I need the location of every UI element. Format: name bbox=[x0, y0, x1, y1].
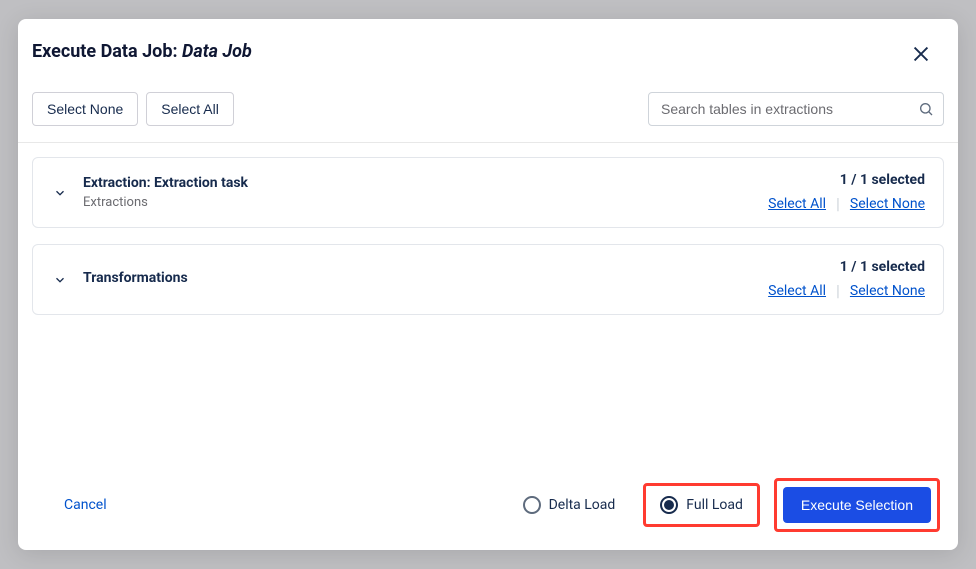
selected-count: 1 / 1 selected bbox=[768, 172, 925, 188]
footer: Cancel Delta Load Full Load Execute Sele… bbox=[18, 464, 958, 550]
section-right: 1 / 1 selected Select All | Select None bbox=[768, 259, 925, 300]
section-body: Extraction: Extraction task Extractions bbox=[83, 175, 754, 210]
radio-icon bbox=[660, 496, 678, 514]
modal-title-job-name: Data Job bbox=[182, 41, 252, 62]
section-select-all-link[interactable]: Select All bbox=[768, 196, 826, 212]
toolbar: Select None Select All bbox=[18, 88, 958, 143]
chevron-down-icon[interactable] bbox=[51, 271, 69, 289]
full-load-radio[interactable]: Full Load bbox=[643, 483, 760, 527]
section-right: 1 / 1 selected Select All | Select None bbox=[768, 172, 925, 213]
section-select-none-link[interactable]: Select None bbox=[850, 196, 925, 212]
section-transformations: Transformations 1 / 1 selected Select Al… bbox=[32, 244, 944, 315]
section-title: Extraction: Extraction task bbox=[83, 175, 754, 191]
select-all-button[interactable]: Select All bbox=[146, 92, 234, 126]
radio-label: Delta Load bbox=[549, 497, 616, 513]
toolbar-left: Select None Select All bbox=[32, 92, 234, 126]
section-select-all-link[interactable]: Select All bbox=[768, 283, 826, 299]
delta-load-radio[interactable]: Delta Load bbox=[509, 486, 630, 524]
search-input[interactable] bbox=[648, 92, 944, 126]
search-wrapper bbox=[648, 92, 944, 126]
section-subtitle: Extractions bbox=[83, 195, 754, 210]
footer-right: Delta Load Full Load Execute Selection bbox=[509, 478, 940, 532]
section-links: Select All | Select None bbox=[768, 281, 925, 300]
selected-count: 1 / 1 selected bbox=[768, 259, 925, 275]
cancel-link[interactable]: Cancel bbox=[32, 497, 107, 513]
select-none-button[interactable]: Select None bbox=[32, 92, 138, 126]
modal-header: Execute Data Job: Data Job bbox=[18, 19, 958, 88]
section-extraction: Extraction: Extraction task Extractions … bbox=[32, 157, 944, 228]
execute-button-highlight: Execute Selection bbox=[774, 478, 940, 532]
modal-title-prefix: Execute Data Job: bbox=[32, 41, 182, 62]
section-title: Transformations bbox=[83, 270, 754, 286]
section-body: Transformations bbox=[83, 270, 754, 290]
radio-icon bbox=[523, 496, 541, 514]
section-links: Select All | Select None bbox=[768, 194, 925, 213]
close-button[interactable] bbox=[908, 41, 934, 70]
modal-title: Execute Data Job: Data Job bbox=[32, 41, 252, 62]
execute-data-job-modal: Execute Data Job: Data Job Select None S… bbox=[18, 19, 958, 550]
chevron-down-icon[interactable] bbox=[51, 184, 69, 202]
link-divider: | bbox=[836, 281, 840, 300]
section-select-none-link[interactable]: Select None bbox=[850, 283, 925, 299]
radio-label: Full Load bbox=[686, 497, 743, 513]
link-divider: | bbox=[836, 194, 840, 213]
close-icon bbox=[910, 43, 932, 68]
content: Extraction: Extraction task Extractions … bbox=[18, 143, 958, 464]
execute-selection-button[interactable]: Execute Selection bbox=[783, 487, 931, 523]
